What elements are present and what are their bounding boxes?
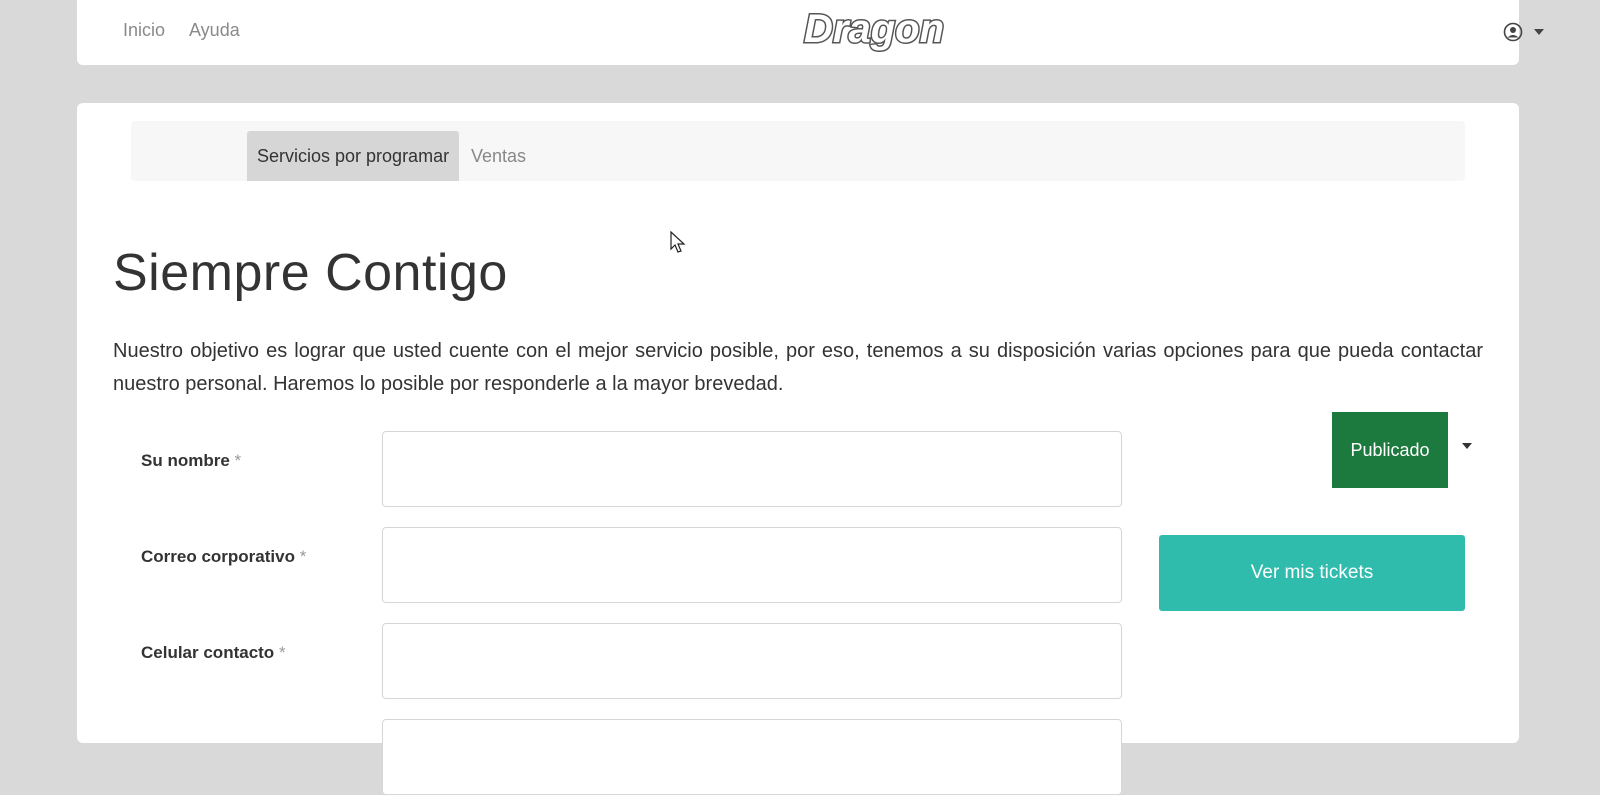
tab-servicios-por-programar[interactable]: Servicios por programar (247, 131, 460, 181)
user-circle-icon (1503, 22, 1523, 42)
page-title: Siempre Contigo (113, 244, 508, 302)
intro-paragraph: Nuestro objetivo es lograr que usted cue… (113, 340, 1483, 395)
tab-bar: Servicios por programar Ventas (131, 121, 1465, 181)
caret-down-icon (1534, 29, 1544, 35)
email-input[interactable] (382, 527, 1122, 603)
phone-label-text: Celular contacto (141, 643, 275, 662)
top-navbar: Inicio Ayuda Dragon (77, 0, 1544, 65)
email-label-text: Correo corporativo (141, 547, 295, 566)
name-label-text: Su nombre (141, 451, 230, 470)
phone-input[interactable] (382, 623, 1122, 699)
required-mark: * (299, 547, 307, 566)
email-field-label: Correo corporativo * (141, 547, 306, 567)
tab-ventas[interactable]: Ventas (461, 131, 536, 181)
dragon-logo[interactable]: Dragon (769, 4, 979, 56)
publicado-dropdown-toggle[interactable] (1457, 436, 1477, 456)
name-input[interactable] (382, 431, 1122, 507)
user-menu[interactable] (1503, 20, 1553, 44)
nav-link-ayuda[interactable]: Ayuda (189, 20, 240, 41)
nav-link-inicio[interactable]: Inicio (123, 20, 165, 41)
required-mark: * (234, 451, 242, 470)
main-card: Servicios por programar Ventas Siempre C… (77, 103, 1519, 795)
mouse-cursor-icon (670, 231, 686, 253)
logo-text: Dragon (804, 7, 944, 51)
name-field-label: Su nombre * (141, 451, 241, 471)
phone-field-label: Celular contacto * (141, 643, 286, 663)
view-tickets-button[interactable]: Ver mis tickets (1159, 535, 1465, 611)
caret-down-icon (1462, 443, 1472, 449)
publicado-button[interactable]: Publicado (1332, 412, 1448, 488)
next-field-input[interactable] (382, 719, 1122, 795)
required-mark: * (278, 643, 286, 662)
